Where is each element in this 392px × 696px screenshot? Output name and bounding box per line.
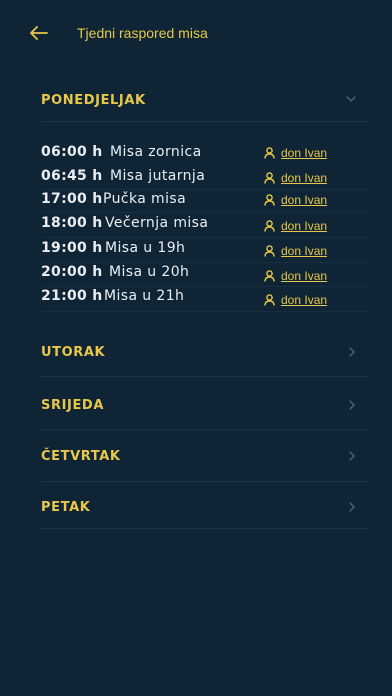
chevron-right-icon bbox=[349, 502, 355, 512]
person-icon bbox=[264, 220, 275, 232]
priest-name: don Ivan bbox=[281, 293, 328, 307]
page-title: Tjedni raspored misa bbox=[77, 25, 208, 41]
mass-row: 20:00 h Misa u 20h don Ivan bbox=[41, 264, 368, 288]
chevron-right-icon bbox=[349, 400, 355, 410]
chevron-right-icon bbox=[349, 451, 355, 461]
row-separator bbox=[41, 212, 368, 213]
divider bbox=[41, 121, 368, 122]
day-header-ponedjeljak[interactable]: PONEDJELJAK bbox=[41, 93, 368, 108]
chevron-down-icon bbox=[346, 96, 356, 102]
row-separator bbox=[41, 189, 368, 190]
mass-time: 20:00 h bbox=[41, 264, 103, 280]
row-separator bbox=[41, 237, 368, 238]
chevron-right-icon bbox=[349, 347, 355, 357]
mass-name: Pučka misa bbox=[103, 191, 187, 207]
priest-name: don Ivan bbox=[281, 244, 328, 258]
priest-link[interactable]: don Ivan bbox=[264, 244, 327, 258]
divider bbox=[41, 481, 368, 482]
mass-time: 21:00 h bbox=[41, 288, 103, 304]
person-icon bbox=[264, 194, 275, 206]
divider bbox=[41, 429, 368, 430]
day-label: UTORAK bbox=[41, 345, 106, 360]
mass-name: Večernja misa bbox=[105, 215, 209, 231]
person-icon bbox=[264, 270, 275, 282]
mass-row: 19:00 h Misa u 19h don Ivan bbox=[41, 240, 368, 264]
app-header: Tjedni raspored misa bbox=[0, 0, 392, 70]
mass-time: 18:00 h bbox=[41, 215, 103, 231]
day-header-srijeda[interactable]: SRIJEDA bbox=[41, 398, 368, 413]
priest-name: don Ivan bbox=[281, 146, 328, 160]
day-label: SRIJEDA bbox=[41, 398, 104, 413]
divider bbox=[41, 528, 368, 529]
mass-name: Misa zornica bbox=[110, 144, 202, 160]
day-header-petak[interactable]: PETAK bbox=[41, 500, 368, 515]
mass-name: Misa u 19h bbox=[105, 240, 186, 256]
priest-link[interactable]: don Ivan bbox=[264, 171, 327, 185]
person-icon bbox=[264, 294, 275, 306]
priest-link[interactable]: don Ivan bbox=[264, 146, 327, 160]
person-icon bbox=[264, 172, 275, 184]
divider bbox=[41, 376, 368, 377]
mass-row: 06:00 h Misa zornica don Ivan bbox=[41, 144, 368, 168]
mass-time: 19:00 h bbox=[41, 240, 103, 256]
day-header-utorak[interactable]: UTORAK bbox=[41, 345, 368, 360]
priest-link[interactable]: don Ivan bbox=[264, 269, 327, 283]
arrow-left-icon bbox=[30, 26, 48, 40]
mass-row: 21:00 h Misa u 21h don Ivan bbox=[41, 288, 368, 312]
row-separator bbox=[41, 311, 368, 312]
priest-name: don Ivan bbox=[281, 193, 328, 207]
person-icon bbox=[264, 147, 275, 159]
day-label: PONEDJELJAK bbox=[41, 93, 146, 108]
priest-link[interactable]: don Ivan bbox=[264, 219, 327, 233]
day-label: ČETVRTAK bbox=[41, 449, 121, 464]
mass-name: Misa jutarnja bbox=[110, 168, 206, 184]
mass-time: 06:00 h bbox=[41, 144, 103, 160]
row-separator bbox=[41, 262, 368, 263]
day-label: PETAK bbox=[41, 500, 91, 515]
priest-name: don Ivan bbox=[281, 219, 328, 233]
mass-row: 18:00 h Večernja misa don Ivan bbox=[41, 215, 368, 239]
mass-time: 17:00 h bbox=[41, 191, 103, 207]
priest-name: don Ivan bbox=[281, 269, 328, 283]
mass-name: Misa u 21h bbox=[104, 288, 185, 304]
person-icon bbox=[264, 245, 275, 257]
mass-time: 06:45 h bbox=[41, 168, 103, 184]
row-separator bbox=[41, 286, 368, 287]
back-button[interactable] bbox=[28, 22, 50, 44]
priest-link[interactable]: don Ivan bbox=[264, 193, 327, 207]
priest-name: don Ivan bbox=[281, 171, 328, 185]
priest-link[interactable]: don Ivan bbox=[264, 293, 327, 307]
day-header-cetvrtak[interactable]: ČETVRTAK bbox=[41, 449, 368, 464]
mass-name: Misa u 20h bbox=[109, 264, 190, 280]
